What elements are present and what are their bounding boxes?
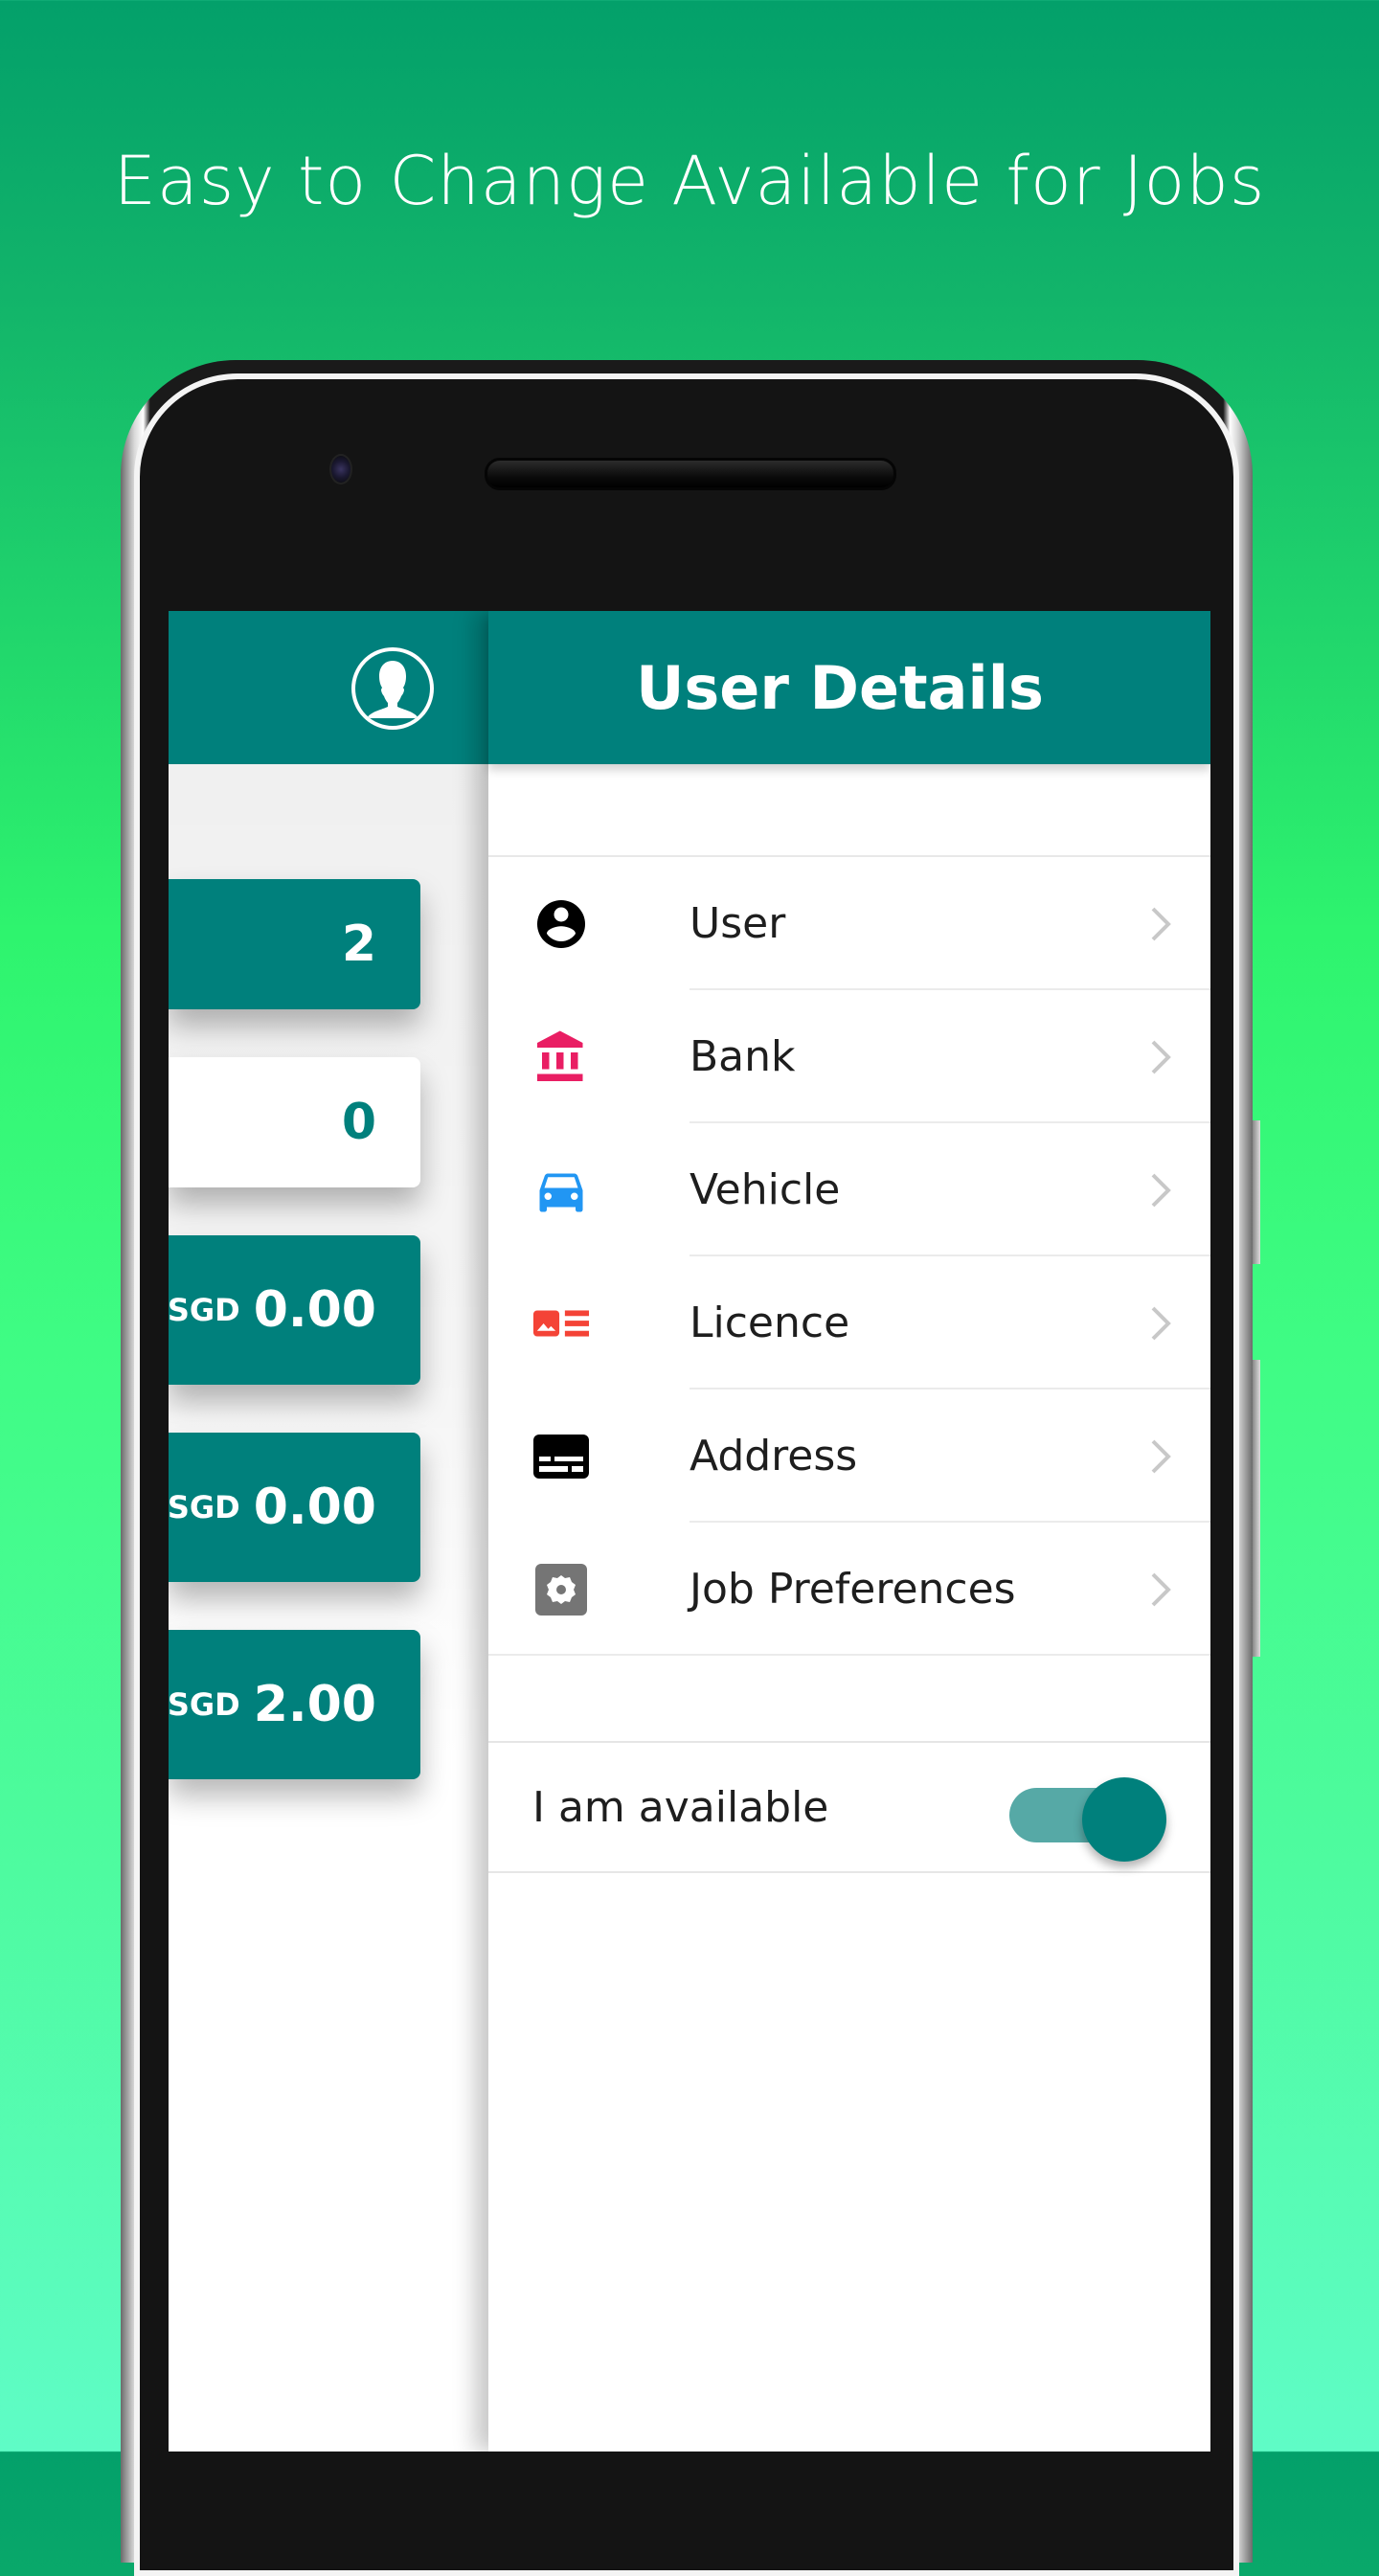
availability-label: I am available <box>532 1782 829 1832</box>
currency-label: SGD <box>169 1686 240 1723</box>
stat-card-earnings-1[interactable]: SGD 0.00 <box>169 1235 420 1385</box>
menu-item-address[interactable]: Address <box>488 1390 1210 1523</box>
chevron-right-icon <box>1151 1572 1171 1606</box>
car-icon <box>532 1162 590 1219</box>
stat-value: 0.00 <box>253 1479 376 1536</box>
phone-volume-button <box>1253 1360 1260 1657</box>
chevron-right-icon <box>1151 1306 1171 1340</box>
menu-item-label: Job Preferences <box>690 1565 1016 1614</box>
stat-card-jobs[interactable]: 2 <box>169 879 420 1009</box>
menu-item-vehicle[interactable]: Vehicle <box>488 1123 1210 1256</box>
menu-item-label: Vehicle <box>690 1165 841 1214</box>
menu-item-label: Licence <box>690 1299 850 1347</box>
license-card-icon <box>532 1295 590 1352</box>
chevron-right-icon <box>1151 1173 1171 1207</box>
app-screen: 2 0 SGD 0.00 SGD 0.00 SGD 2.00 User Deta… <box>169 611 1210 2452</box>
menu-item-bank[interactable]: Bank <box>488 990 1210 1123</box>
menu-item-label: Address <box>690 1432 858 1480</box>
availability-toggle[interactable] <box>1009 1777 1166 1862</box>
bank-icon <box>532 1028 590 1086</box>
stat-value: 2.00 <box>253 1676 376 1733</box>
avatar[interactable] <box>351 647 434 730</box>
chevron-right-icon <box>1151 1040 1171 1073</box>
stat-value: 2 <box>341 915 376 973</box>
availability-row: I am available <box>488 1741 1210 1873</box>
menu-item-label: User <box>690 899 786 948</box>
menu-item-label: Bank <box>690 1032 796 1081</box>
toggle-thumb[interactable] <box>1082 1777 1166 1862</box>
page-title: User Details <box>636 652 1044 723</box>
phone-power-button <box>1253 1120 1260 1264</box>
menu-item-job-preferences[interactable]: Job Preferences <box>488 1523 1210 1656</box>
currency-label: SGD <box>169 1292 240 1328</box>
account-circle-icon <box>532 895 590 953</box>
user-details-menu: User Bank Vehicle Licence Address Job Pr… <box>488 855 1210 1656</box>
stat-card-earnings-2[interactable]: SGD 0.00 <box>169 1433 420 1582</box>
menu-item-user[interactable]: User <box>488 857 1210 990</box>
dashboard-header <box>169 611 489 764</box>
person-silhouette-icon <box>367 661 418 718</box>
currency-label: SGD <box>169 1489 240 1525</box>
stat-card-earnings-3[interactable]: SGD 2.00 <box>169 1630 420 1779</box>
stat-value: 0 <box>341 1094 376 1151</box>
chevron-right-icon <box>1151 907 1171 940</box>
menu-item-licence[interactable]: Licence <box>488 1256 1210 1390</box>
address-card-icon <box>532 1428 590 1485</box>
user-details-header: User Details <box>488 611 1210 764</box>
chevron-right-icon <box>1151 1439 1171 1473</box>
divider <box>488 1654 1210 1656</box>
stat-card-pending[interactable]: 0 <box>169 1057 420 1187</box>
stat-value: 0.00 <box>253 1281 376 1339</box>
user-details-panel: User Details User Bank Vehicle Licence A… <box>488 611 1210 2452</box>
settings-gear-icon <box>532 1561 590 1618</box>
headline: Easy to Change Available for Jobs <box>113 142 1266 220</box>
earpiece-speaker <box>485 458 896 490</box>
front-camera <box>329 454 352 485</box>
dashboard-panel: 2 0 SGD 0.00 SGD 0.00 SGD 2.00 <box>169 611 489 2452</box>
